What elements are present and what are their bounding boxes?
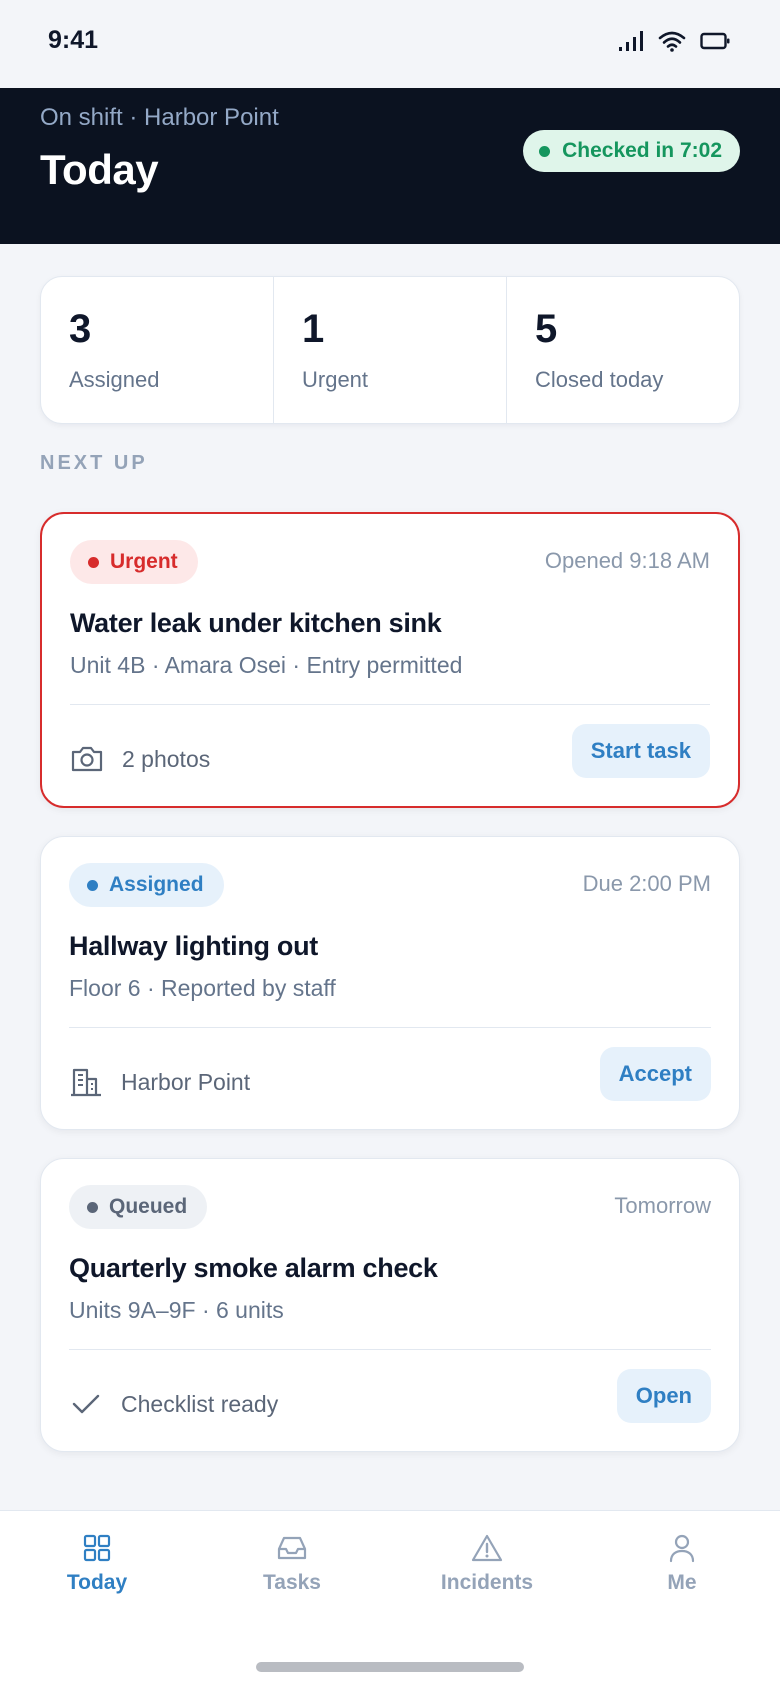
task-card-queued[interactable]: Queued Tomorrow Quarterly smoke alarm ch… [40, 1158, 740, 1452]
task-title: Water leak under kitchen sink [70, 608, 442, 638]
wifi-icon [658, 31, 686, 52]
grid-icon [83, 1534, 111, 1562]
status-badge: Assigned [69, 863, 224, 907]
tab-label: Today [66, 1571, 128, 1594]
stat-label: Urgent [302, 367, 369, 392]
stat-value: 3 [69, 307, 92, 351]
open-button[interactable]: Open [616, 1369, 711, 1423]
check-icon [72, 1394, 100, 1414]
task-card-urgent[interactable]: Urgent Opened 9:18 AM Water leak under k… [40, 512, 740, 808]
stat-label: Assigned [69, 367, 160, 392]
status-dot-icon [539, 145, 551, 157]
stats-summary: 3 Assigned 1 Urgent 5 Closed today [40, 276, 740, 424]
accept-button[interactable]: Accept [599, 1047, 711, 1101]
stat-value: 1 [302, 307, 325, 351]
task-time: Due 2:00 PM [582, 871, 711, 896]
stat-urgent[interactable]: 1 Urgent [273, 277, 506, 423]
task-footer-text: 2 photos [122, 746, 211, 772]
task-footer-text: Harbor Point [121, 1069, 251, 1095]
task-title: Quarterly smoke alarm check [69, 1253, 438, 1283]
checkin-status-badge[interactable]: Checked in 7:02 [523, 130, 740, 172]
warning-icon [471, 1534, 503, 1562]
building-icon [71, 1068, 101, 1097]
signal-icon [619, 31, 643, 51]
status-time: 9:41 [48, 26, 99, 54]
task-time: Tomorrow [614, 1193, 711, 1218]
header: On shift · Harbor Point Today Checked in… [0, 88, 780, 244]
task-meta: Units 9A–9F · 6 units [69, 1297, 284, 1323]
status-badge: Urgent [70, 540, 198, 584]
task-card-assigned[interactable]: Assigned Due 2:00 PM Hallway lighting ou… [40, 836, 740, 1130]
tab-label: Me [667, 1571, 697, 1594]
tab-me[interactable]: Me [607, 1533, 757, 1595]
tab-today[interactable]: Today [22, 1533, 172, 1595]
task-time: Opened 9:18 AM [544, 548, 710, 573]
task-meta: Unit 4B · Amara Osei · Entry permitted [70, 652, 463, 678]
badge-dot-icon [87, 879, 98, 891]
badge-label: Assigned [109, 873, 204, 896]
user-icon [669, 1534, 695, 1563]
tab-label: Tasks [263, 1571, 321, 1594]
tab-incidents[interactable]: Incidents [412, 1533, 562, 1595]
checkin-label: Checked in 7:02 [562, 139, 722, 162]
divider [70, 704, 710, 705]
stat-label: Closed today [535, 367, 664, 392]
shift-subtitle: On shift · Harbor Point [40, 104, 279, 131]
battery-icon [700, 32, 730, 50]
stat-value: 5 [535, 307, 558, 351]
divider [69, 1027, 711, 1028]
home-indicator[interactable] [256, 1662, 524, 1672]
status-bar: 9:41 [0, 0, 780, 88]
tab-label: Incidents [440, 1571, 534, 1594]
badge-dot-icon [87, 1201, 98, 1213]
section-heading: NEXT UP [40, 452, 148, 474]
stat-assigned[interactable]: 3 Assigned [41, 277, 273, 423]
status-badge: Queued [69, 1185, 208, 1229]
start-task-button[interactable]: Start task [571, 724, 710, 778]
page-title: Today [40, 146, 159, 193]
badge-dot-icon [88, 556, 99, 568]
inbox-icon [277, 1536, 307, 1560]
stat-closed-today[interactable]: 5 Closed today [506, 277, 739, 423]
task-title: Hallway lighting out [69, 931, 318, 961]
badge-label: Queued [109, 1195, 188, 1218]
task-meta: Floor 6 · Reported by staff [69, 975, 336, 1001]
task-footer-text: Checklist ready [121, 1391, 279, 1417]
divider [69, 1349, 711, 1350]
camera-icon [71, 746, 103, 772]
badge-label: Urgent [110, 550, 178, 573]
tab-tasks[interactable]: Tasks [217, 1533, 367, 1595]
